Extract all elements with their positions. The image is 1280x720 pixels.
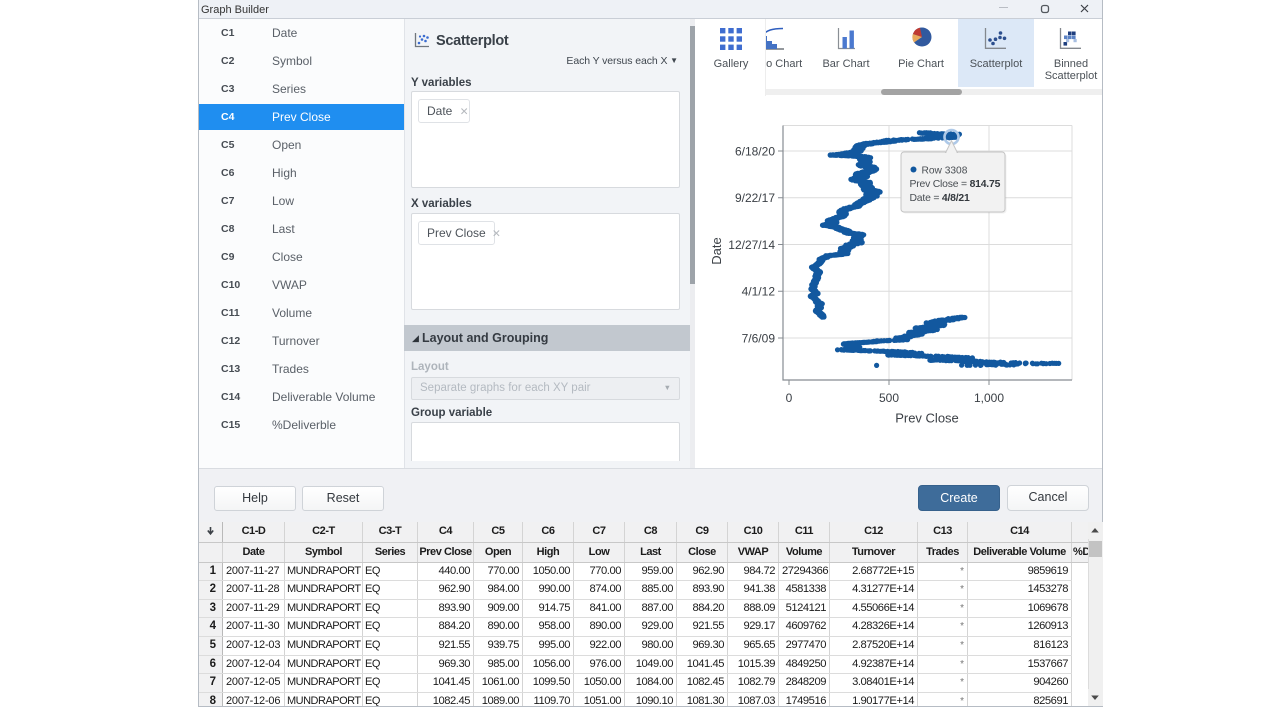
svg-text:1,000: 1,000: [974, 391, 1004, 405]
svg-text:7/6/09: 7/6/09: [742, 331, 776, 345]
svg-text:6/18/20: 6/18/20: [735, 144, 775, 158]
svg-text:Date: Date: [709, 237, 724, 264]
svg-text:500: 500: [879, 391, 899, 405]
svg-text:Prev Close = 814.75: Prev Close = 814.75: [910, 179, 1001, 190]
svg-text:4/1/12: 4/1/12: [742, 285, 776, 299]
svg-text:0: 0: [786, 391, 793, 405]
svg-text:9/22/17: 9/22/17: [735, 191, 775, 205]
svg-text:Row 3308: Row 3308: [922, 166, 968, 177]
svg-text:Date = 4/8/21: Date = 4/8/21: [910, 193, 971, 204]
svg-text:12/27/14: 12/27/14: [728, 238, 775, 252]
svg-text:Prev Close: Prev Close: [895, 411, 959, 426]
